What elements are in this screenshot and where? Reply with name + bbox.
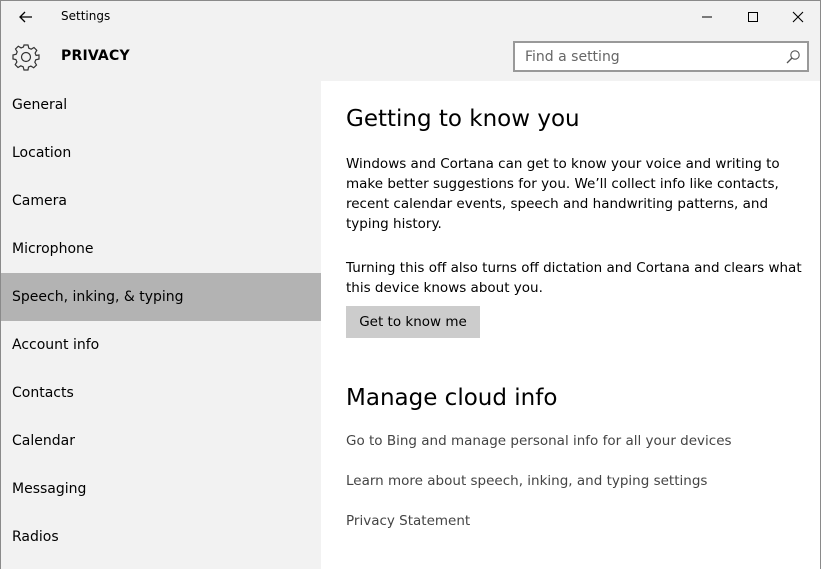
back-button[interactable] [3, 1, 49, 33]
sidebar-item-messaging[interactable]: Messaging [1, 465, 321, 513]
sidebar-item-calendar[interactable]: Calendar [1, 417, 321, 465]
sidebar-item-location[interactable]: Location [1, 129, 321, 177]
close-icon [792, 11, 804, 23]
sidebar-item-radios[interactable]: Radios [1, 513, 321, 561]
settings-window: Settings PRIVACY Find a setting General … [0, 0, 821, 569]
sidebar-item-label: Account info [12, 337, 100, 353]
sidebar-item-label: Radios [12, 529, 59, 545]
description-paragraph: Windows and Cortana can get to know your… [346, 156, 780, 232]
maximize-icon [748, 12, 758, 22]
back-arrow-icon [19, 11, 32, 23]
sidebar-item-label: Location [12, 145, 72, 161]
sidebar-item-label: Contacts [12, 385, 74, 401]
minimize-button[interactable] [684, 1, 730, 33]
title-bar: Settings [1, 1, 820, 33]
get-to-know-me-button[interactable]: Get to know me [346, 306, 480, 338]
sidebar-item-label: Messaging [12, 481, 87, 497]
sidebar-item-label: General [12, 97, 68, 113]
sidebar-item-contacts[interactable]: Contacts [1, 369, 321, 417]
sidebar-item-general[interactable]: General [1, 81, 321, 129]
minimize-icon [702, 16, 712, 18]
sidebar-item-speech-inking-typing[interactable]: Speech, inking, & typing [1, 273, 321, 321]
window-title: Settings [61, 9, 111, 23]
search-box[interactable] [513, 41, 809, 72]
sidebar: General Location Camera Microphone Speec… [1, 81, 321, 569]
sidebar-item-camera[interactable]: Camera [1, 177, 321, 225]
close-button[interactable] [775, 1, 821, 33]
bing-manage-link[interactable]: Go to Bing and manage personal info for … [346, 433, 732, 449]
section-title: PRIVACY [61, 48, 130, 64]
warning-paragraph: Turning this off also turns off dictatio… [346, 260, 802, 296]
search-icon[interactable] [785, 49, 801, 65]
maximize-button[interactable] [730, 1, 776, 33]
sidebar-item-label: Calendar [12, 433, 75, 449]
sidebar-item-account-info[interactable]: Account info [1, 321, 321, 369]
section-heading-manage-cloud-info: Manage cloud info [346, 385, 558, 411]
learn-more-link[interactable]: Learn more about speech, inking, and typ… [346, 473, 707, 489]
search-input[interactable] [525, 48, 775, 66]
sidebar-item-label: Camera [12, 193, 67, 209]
page-header: PRIVACY [1, 33, 820, 81]
section-heading-getting-to-know-you: Getting to know you [346, 106, 580, 132]
privacy-statement-link[interactable]: Privacy Statement [346, 513, 470, 529]
sidebar-item-microphone[interactable]: Microphone [1, 225, 321, 273]
sidebar-item-label: Microphone [12, 241, 94, 257]
gear-icon [12, 44, 40, 71]
content-pane: Getting to know you Windows and Cortana … [321, 81, 820, 569]
sidebar-item-label: Speech, inking, & typing [12, 289, 184, 305]
